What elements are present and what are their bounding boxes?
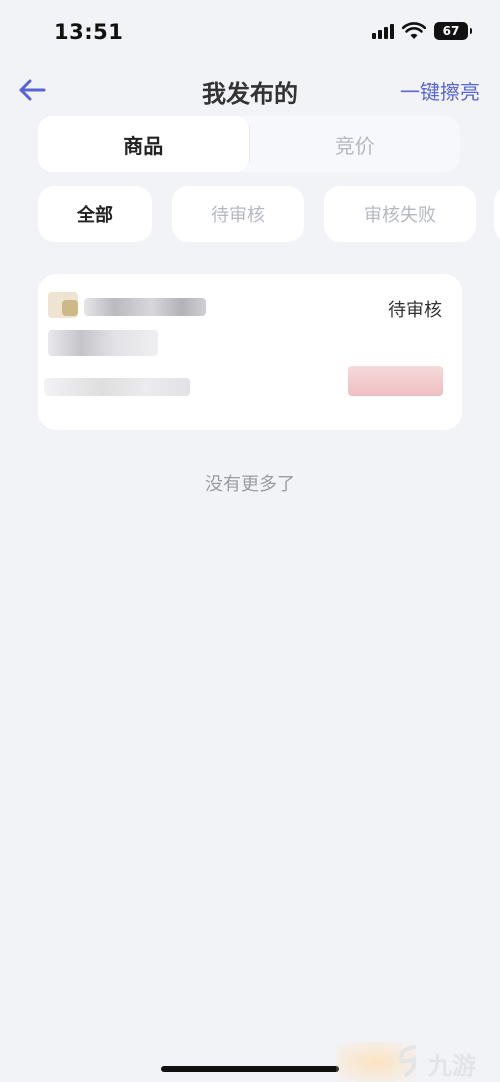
filter-review-failed[interactable]: 审核失败 — [324, 186, 476, 242]
item-card[interactable]: 待审核 — [38, 274, 462, 430]
tab-bidding[interactable]: 竞价 — [250, 116, 461, 172]
segmented-tabs: 商品 竞价 — [38, 116, 460, 172]
item-subtitle-blurred — [48, 330, 158, 356]
signal-icon — [372, 23, 394, 39]
battery-icon: 67 — [434, 22, 472, 40]
item-price-blurred — [348, 366, 443, 396]
wifi-icon — [402, 22, 426, 39]
tab-goods[interactable]: 商品 — [38, 116, 249, 172]
filter-pending-review[interactable]: 待审核 — [172, 186, 304, 242]
filter-more[interactable] — [494, 186, 500, 242]
one-click-polish-button[interactable]: 一键擦亮 — [400, 76, 480, 105]
watermark: 九游 — [336, 1042, 486, 1082]
item-thumbnail-blurred-detail — [62, 300, 78, 316]
item-title-blurred — [84, 298, 206, 316]
list-end-text: 没有更多了 — [205, 474, 295, 495]
watermark-logo-icon — [399, 1045, 417, 1077]
filter-chips: 全部 待审核 审核失败 — [38, 186, 500, 242]
status-time: 13:51 — [54, 20, 124, 44]
status-bar: 13:51 67 — [0, 0, 500, 66]
filter-all[interactable]: 全部 — [38, 186, 152, 242]
status-icons: 67 — [372, 22, 472, 40]
nav-bar: 我发布的 一键擦亮 — [0, 66, 500, 114]
item-meta-blurred — [44, 378, 190, 396]
watermark-text: 九游 — [428, 1052, 476, 1080]
home-indicator — [161, 1066, 339, 1072]
item-status-label: 待审核 — [388, 300, 442, 321]
